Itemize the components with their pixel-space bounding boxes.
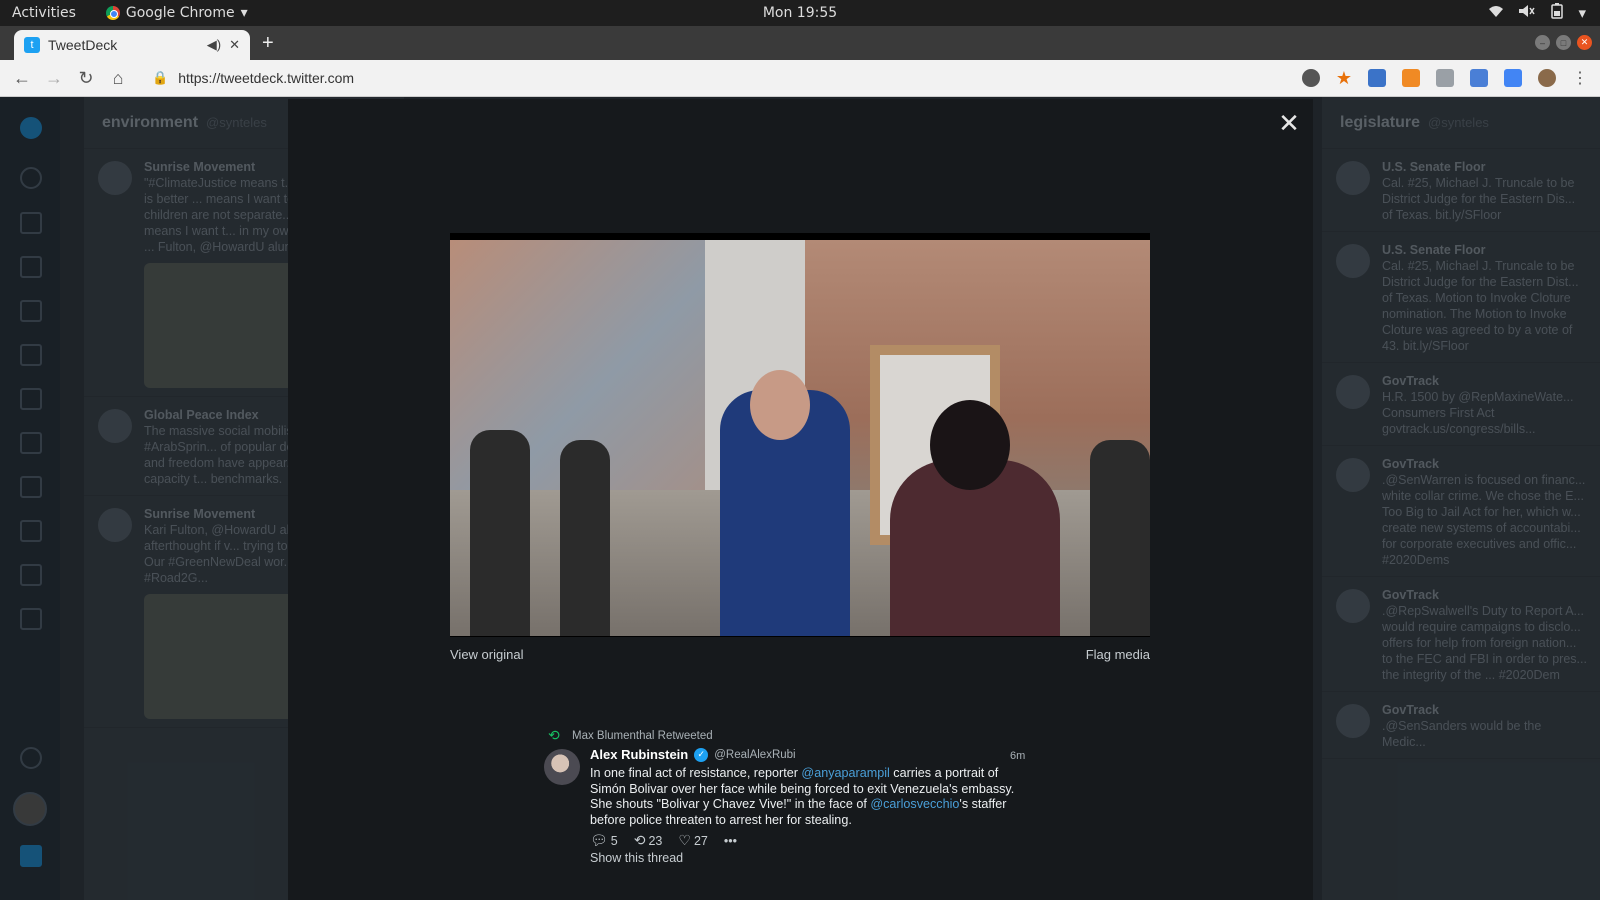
app-menu[interactable]: Google Chrome ▾ bbox=[105, 5, 248, 21]
new-tab-button[interactable]: + bbox=[262, 32, 274, 55]
author-avatar[interactable] bbox=[544, 749, 580, 785]
lock-icon: 🔒 bbox=[152, 70, 169, 85]
retweet-icon: ⟲ bbox=[548, 727, 560, 743]
tweet-text: In one final act of resistance, reporter… bbox=[590, 766, 1030, 829]
flag-media-link[interactable]: Flag media bbox=[1086, 647, 1150, 662]
video-scene-woman-head bbox=[930, 400, 1010, 490]
extension-blue-icon[interactable] bbox=[1368, 69, 1386, 87]
more-options-icon[interactable]: ••• bbox=[724, 834, 737, 848]
wifi-icon[interactable] bbox=[1488, 4, 1504, 22]
camera-icon[interactable] bbox=[1470, 69, 1488, 87]
author-name[interactable]: Alex Rubinstein bbox=[590, 747, 688, 762]
retweet-count: 23 bbox=[648, 834, 663, 848]
view-original-link[interactable]: View original bbox=[450, 647, 523, 662]
tweet-header: Alex Rubinstein ✓ @RealAlexRubi bbox=[590, 747, 796, 762]
like-count: 27 bbox=[693, 834, 708, 848]
app-name: Google Chrome bbox=[125, 5, 235, 21]
reply-count: 5 bbox=[610, 834, 618, 848]
show-thread-link[interactable]: Show this thread bbox=[590, 851, 683, 865]
reply-icon: 💬︎ bbox=[590, 832, 608, 848]
address-bar[interactable]: 🔒 https://tweetdeck.twitter.com bbox=[152, 70, 354, 86]
blocked-content-icon[interactable] bbox=[1301, 69, 1320, 87]
reply-button[interactable]: 💬︎ 5 bbox=[590, 832, 618, 849]
media-modal: ✕ View original Flag media ⟲ Max Blument… bbox=[288, 99, 1313, 900]
tweet-text-part: In one final act of resistance, reporter bbox=[590, 766, 802, 780]
twitter-favicon-icon: t bbox=[24, 37, 40, 53]
maximize-window-icon[interactable]: □ bbox=[1556, 35, 1571, 50]
video-frame bbox=[450, 240, 1150, 636]
rss-icon[interactable] bbox=[1402, 69, 1420, 87]
minimize-window-icon[interactable]: – bbox=[1535, 35, 1550, 50]
close-modal-button[interactable]: ✕ bbox=[1277, 110, 1301, 136]
tweet-timestamp[interactable]: 6m bbox=[1010, 750, 1025, 762]
retweet-icon: ⟲ bbox=[633, 832, 646, 848]
url-text[interactable]: https://tweetdeck.twitter.com bbox=[178, 70, 354, 86]
video-scene-person bbox=[470, 430, 530, 636]
verified-badge-icon: ✓ bbox=[694, 747, 709, 762]
video-scene-person bbox=[560, 440, 610, 636]
retweet-context: ⟲ Max Blumenthal Retweeted bbox=[548, 727, 713, 744]
video-scene-man-head bbox=[750, 370, 810, 440]
extension-gray-icon[interactable] bbox=[1436, 69, 1454, 87]
bookmark-star-icon[interactable]: ★ bbox=[1336, 69, 1352, 87]
home-icon[interactable]: ⌂ bbox=[102, 68, 134, 89]
mute-tab-icon[interactable]: ◀) bbox=[207, 37, 221, 53]
back-arrow-icon[interactable]: ← bbox=[6, 68, 38, 89]
tab-strip: t TweetDeck ◀) ✕ + – □ ✕ bbox=[0, 26, 1600, 60]
translate-icon[interactable] bbox=[1504, 69, 1522, 87]
reload-icon[interactable]: ↻ bbox=[70, 68, 102, 89]
activities-button[interactable]: Activities bbox=[12, 5, 76, 21]
retweet-button[interactable]: ⟲ 23 bbox=[634, 832, 663, 849]
window-controls: – □ ✕ bbox=[1535, 35, 1592, 50]
extension-icons: ★ ⋮ bbox=[1301, 68, 1588, 88]
mention-link[interactable]: @anyaparampil bbox=[801, 766, 889, 780]
tab-title: TweetDeck bbox=[48, 37, 118, 53]
video-scene-person bbox=[1090, 440, 1150, 636]
system-top-bar: Activities Google Chrome ▾ Mon 19:55 ▾ bbox=[0, 0, 1600, 26]
power-menu-caret-icon[interactable]: ▾ bbox=[1578, 4, 1586, 22]
chrome-icon bbox=[105, 6, 120, 20]
profile-avatar-icon[interactable] bbox=[1538, 69, 1556, 87]
retweeted-by-text[interactable]: Max Blumenthal Retweeted bbox=[572, 730, 713, 742]
battery-icon[interactable] bbox=[1550, 3, 1564, 23]
media-links: View original Flag media bbox=[450, 647, 1150, 662]
menu-kebab-icon[interactable]: ⋮ bbox=[1572, 68, 1588, 88]
forward-arrow-icon[interactable]: → bbox=[38, 68, 70, 89]
system-tray[interactable]: ▾ bbox=[1488, 3, 1586, 23]
tweet-actions: 💬︎ 5 ⟲ 23 ♡ 27 ••• bbox=[590, 832, 737, 849]
heart-icon: ♡ bbox=[678, 832, 691, 848]
close-tab-icon[interactable]: ✕ bbox=[229, 37, 240, 53]
tab-tweetdeck[interactable]: t TweetDeck ◀) ✕ bbox=[14, 30, 250, 60]
caret-down-icon: ▾ bbox=[240, 5, 248, 21]
like-button[interactable]: ♡ 27 bbox=[678, 832, 707, 849]
browser-toolbar: ← → ↻ ⌂ 🔒 https://tweetdeck.twitter.com … bbox=[0, 60, 1600, 97]
video-player[interactable] bbox=[450, 233, 1150, 637]
volume-icon[interactable] bbox=[1518, 4, 1536, 22]
author-handle[interactable]: @RealAlexRubi bbox=[714, 749, 795, 761]
mention-link[interactable]: @carlosvecchio bbox=[870, 797, 959, 811]
close-window-icon[interactable]: ✕ bbox=[1577, 35, 1592, 50]
